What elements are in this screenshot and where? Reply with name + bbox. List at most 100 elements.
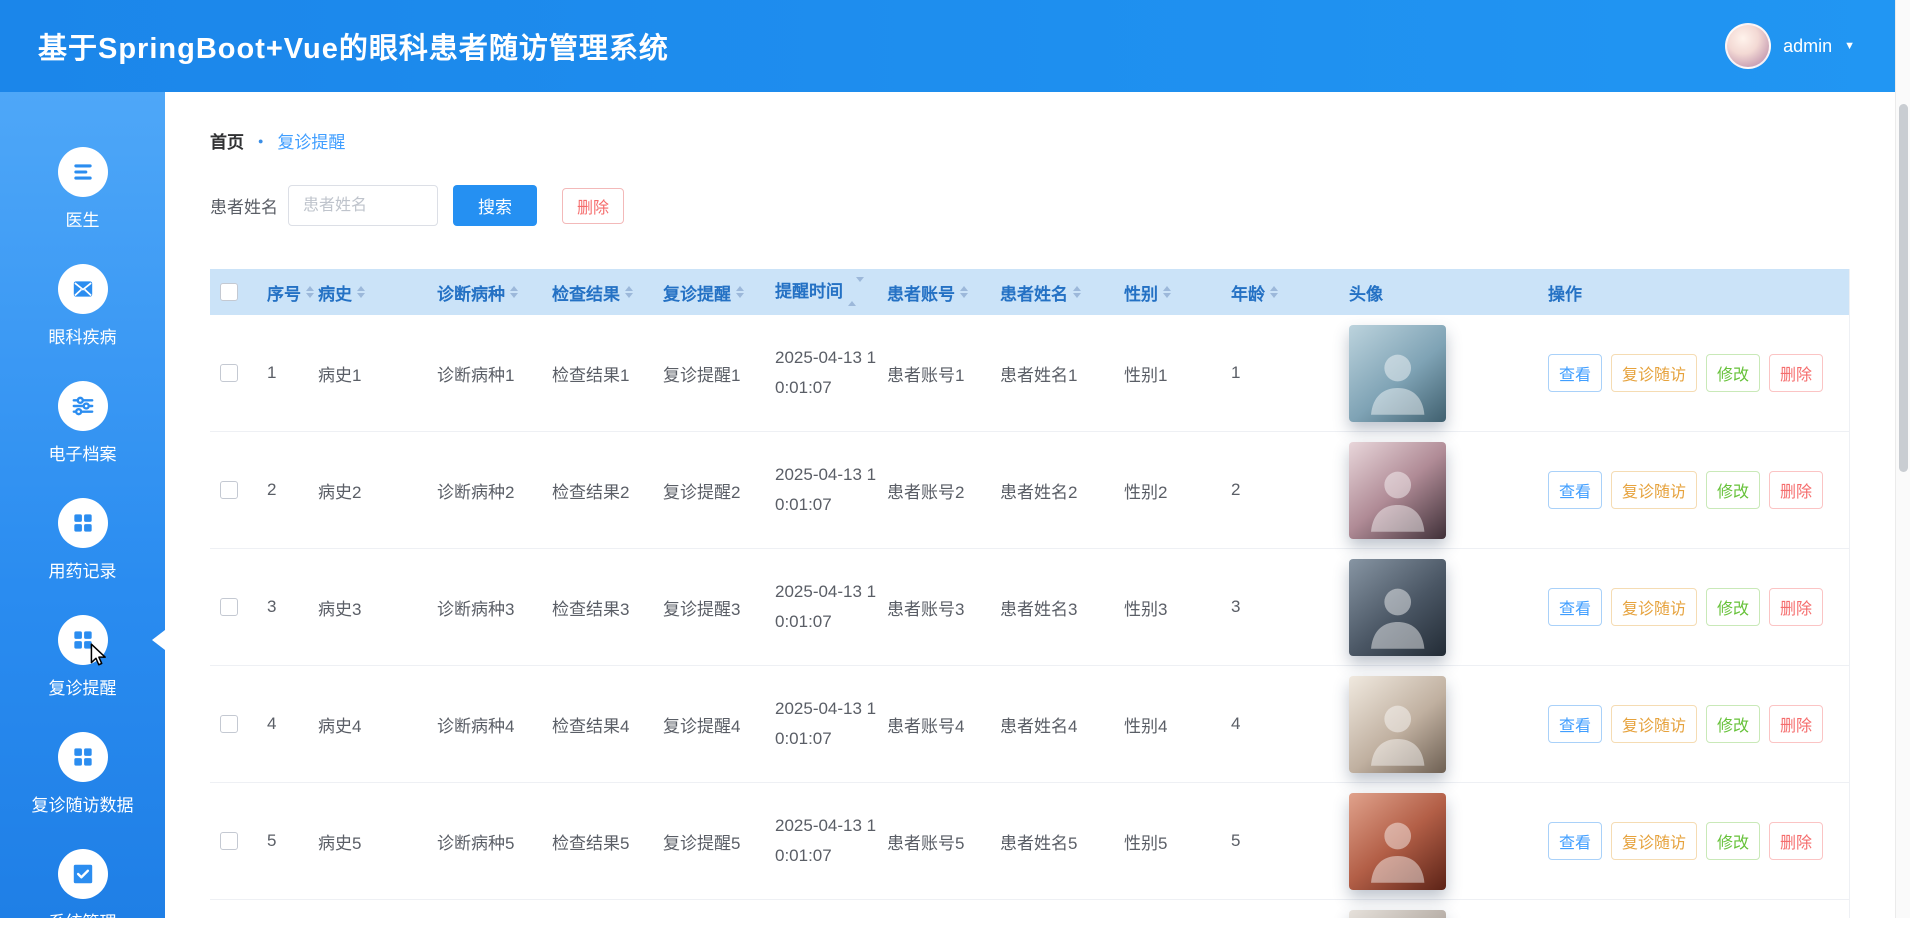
column-header[interactable]: 患者姓名 (1000, 280, 1124, 305)
action-view-button[interactable]: 查看 (1548, 354, 1603, 392)
action-followup-button[interactable]: 复诊随访 (1611, 471, 1698, 509)
sort-caret-icon[interactable] (960, 286, 968, 298)
column-header[interactable]: 病史 (318, 280, 437, 305)
action-edit-button[interactable]: 修改 (1706, 354, 1761, 392)
action-followup-button[interactable]: 复诊随访 (1611, 354, 1698, 392)
cell-patient-name: 患者姓名4 (1000, 716, 1078, 736)
action-edit-button[interactable]: 修改 (1706, 705, 1761, 743)
action-view-button[interactable]: 查看 (1548, 588, 1603, 626)
column-header[interactable]: 操作 (1548, 280, 1849, 305)
row-checkbox[interactable] (220, 481, 238, 499)
column-header[interactable]: 检查结果 (552, 280, 663, 305)
column-header[interactable]: 头像 (1349, 280, 1548, 305)
envelope-icon (57, 264, 108, 314)
row-avatar (1349, 792, 1446, 890)
cell-reminder: 复诊提醒2 (663, 482, 741, 502)
row-checkbox[interactable] (220, 715, 238, 733)
row-avatar (1349, 324, 1446, 422)
row-avatar (1349, 558, 1446, 656)
scrollbar-thumb[interactable] (1899, 104, 1908, 472)
page-scrollbar (1895, 0, 1910, 918)
action-view-button[interactable]: 查看 (1548, 705, 1603, 743)
column-header[interactable]: 性别 (1124, 280, 1231, 305)
table-row: 3 病史3 诊断病种3 检查结果3 复诊提醒3 2025-04-13 10:01… (210, 549, 1849, 666)
cell-reminder-time: 2025-04-13 10:01:07 (775, 816, 877, 865)
sidebar-item-followup-data[interactable]: 复诊随访数据 (0, 732, 165, 816)
action-edit-button[interactable]: 修改 (1706, 588, 1761, 626)
column-header[interactable]: 提醒时间 (775, 277, 887, 307)
action-delete-button[interactable]: 删除 (1769, 471, 1824, 509)
row-checkbox[interactable] (220, 598, 238, 616)
cell-patient-account: 患者账号5 (887, 833, 965, 853)
cell-gender: 性别5 (1124, 833, 1168, 853)
search-input[interactable] (288, 185, 438, 226)
sidebar-item-eye-disease[interactable]: 眼科疾病 (0, 264, 165, 348)
action-view-button[interactable]: 查看 (1548, 471, 1603, 509)
cell-reminder: 复诊提醒3 (663, 599, 741, 619)
user-dropdown[interactable]: admin ▼ (1725, 23, 1855, 69)
grid-icon (57, 732, 108, 782)
column-header[interactable]: 患者账号 (887, 280, 1000, 305)
sidebar-item-label: 复诊随访数据 (31, 796, 134, 815)
action-delete-button[interactable]: 删除 (1769, 354, 1824, 392)
row-checkbox[interactable] (220, 832, 238, 850)
search-bar: 患者姓名 搜索 删除 (210, 185, 1850, 226)
action-followup-button[interactable]: 复诊随访 (1611, 588, 1698, 626)
top-header-bar: 基于SpringBoot+Vue的眼科患者随访管理系统 admin ▼ (0, 0, 1910, 92)
cell-patient-account: 患者账号3 (887, 599, 965, 619)
action-edit-button[interactable]: 修改 (1706, 822, 1761, 860)
sidebar-item-system-management[interactable]: 系统管理 (0, 849, 165, 933)
cell-serial: 1 (267, 363, 277, 382)
sidebar-item-medication-record[interactable]: 用药记录 (0, 498, 165, 582)
action-delete-button[interactable]: 删除 (1769, 588, 1824, 626)
table-row: 1 病史1 诊断病种1 检查结果1 复诊提醒1 2025-04-13 10:01… (210, 315, 1849, 432)
sidebar-item-label: 复诊提醒 (48, 679, 117, 698)
sort-caret-icon[interactable] (1270, 286, 1278, 298)
action-followup-button[interactable]: 复诊随访 (1611, 705, 1698, 743)
select-all-checkbox[interactable] (220, 283, 238, 301)
sort-caret-icon[interactable] (848, 277, 864, 307)
sort-caret-icon[interactable] (306, 286, 314, 298)
sort-caret-icon[interactable] (1073, 286, 1081, 298)
row-checkbox[interactable] (220, 364, 238, 382)
sidebar-item-label: 用药记录 (48, 562, 117, 581)
user-avatar[interactable] (1725, 23, 1772, 69)
breadcrumb-home-link[interactable]: 首页 (210, 128, 244, 153)
breadcrumb-current-link[interactable]: 复诊提醒 (277, 128, 345, 153)
column-header[interactable]: 复诊提醒 (663, 280, 775, 305)
action-delete-button[interactable]: 删除 (1769, 822, 1824, 860)
sort-caret-icon[interactable] (510, 286, 518, 298)
search-button[interactable]: 搜索 (453, 185, 537, 226)
sort-caret-icon[interactable] (1163, 286, 1171, 298)
sidebar-item-label: 眼科疾病 (48, 328, 117, 347)
username-label: admin (1783, 35, 1833, 56)
cell-reminder-time: 2025-04-13 10:01:07 (775, 582, 877, 631)
batch-delete-button[interactable]: 删除 (562, 187, 625, 224)
row-actions: 查看 复诊随访 修改 删除 (1548, 354, 1849, 392)
table-row: 4 病史4 诊断病种4 检查结果4 复诊提醒4 2025-04-13 10:01… (210, 666, 1849, 783)
table-row: 6 病史6 诊断病种6 检查结果6 复诊提醒6 2025-04-13 10:01… (210, 900, 1849, 918)
cell-history: 病史5 (318, 833, 362, 853)
cell-age: 5 (1231, 831, 1241, 850)
sort-caret-icon[interactable] (625, 286, 633, 298)
page-title: 基于SpringBoot+Vue的眼科患者随访管理系统 (38, 33, 669, 65)
table-body: 1 病史1 诊断病种1 检查结果1 复诊提醒1 2025-04-13 10:01… (210, 315, 1849, 918)
sort-caret-icon[interactable] (357, 286, 365, 298)
grid-icon (57, 498, 108, 548)
column-header[interactable]: 诊断病种 (437, 280, 552, 305)
cell-exam-result: 检查结果2 (552, 482, 630, 502)
cell-patient-name: 患者姓名1 (1000, 365, 1078, 385)
column-header[interactable]: 年龄 (1231, 280, 1349, 305)
sidebar-item-followup-reminder[interactable]: 复诊提醒 (0, 615, 165, 699)
action-followup-button[interactable]: 复诊随访 (1611, 822, 1698, 860)
action-view-button[interactable]: 查看 (1548, 822, 1603, 860)
action-delete-button[interactable]: 删除 (1769, 705, 1824, 743)
sidebar-item-e-archive[interactable]: 电子档案 (0, 381, 165, 465)
column-header[interactable]: 序号 (267, 280, 318, 305)
row-avatar (1349, 909, 1446, 918)
sort-caret-icon[interactable] (736, 286, 744, 298)
grid-icon (57, 615, 108, 665)
row-actions: 查看 复诊随访 修改 删除 (1548, 471, 1849, 509)
sidebar-item-doctor[interactable]: 医生 (0, 147, 165, 231)
action-edit-button[interactable]: 修改 (1706, 471, 1761, 509)
